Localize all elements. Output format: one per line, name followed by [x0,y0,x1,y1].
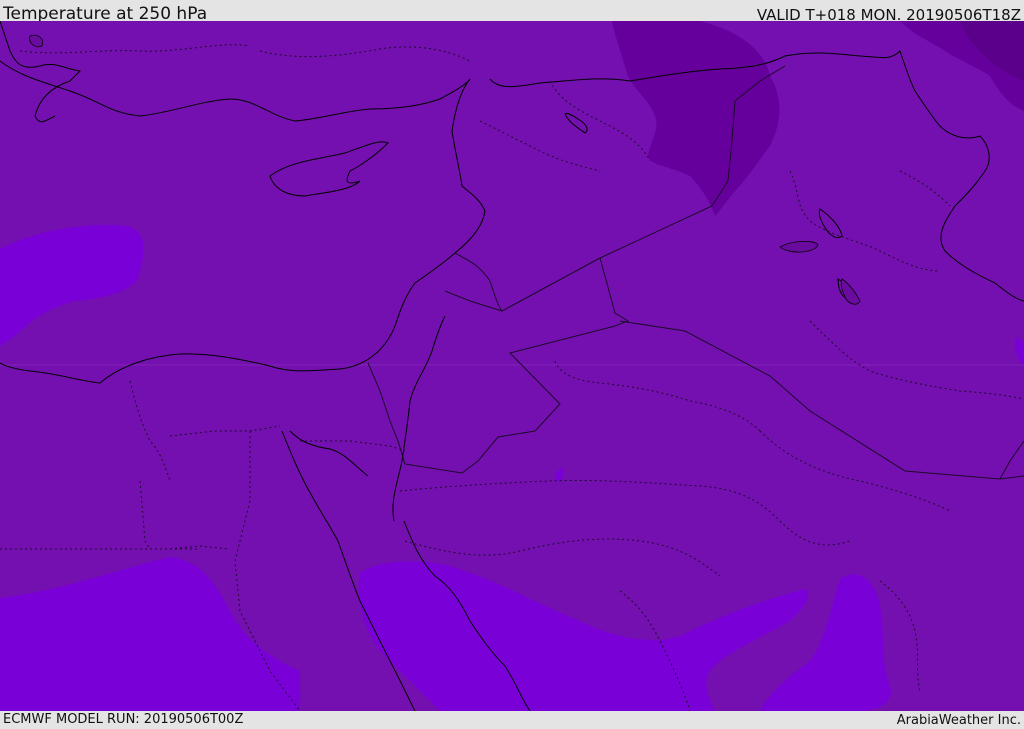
model-run-label: ECMWF MODEL RUN: 20190506T00Z [3,712,244,727]
header-bar: Temperature at 250 hPa VALID T+018 MON. … [0,0,1024,24]
weather-map [0,21,1024,711]
footer-bar: ECMWF MODEL RUN: 20190506T00Z ArabiaWeat… [0,711,1024,729]
map-canvas [0,21,1024,711]
credit-label: ArabiaWeather Inc. [896,713,1021,728]
